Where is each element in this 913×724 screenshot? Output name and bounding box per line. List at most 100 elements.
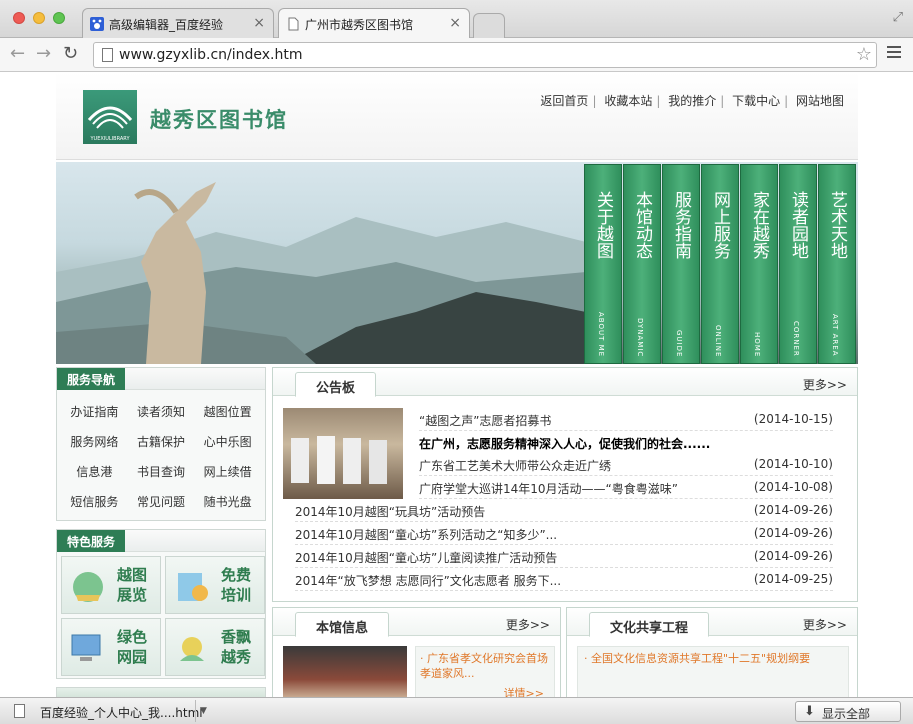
nav-link[interactable]: 越图位置: [197, 403, 259, 420]
close-tab-icon[interactable]: ×: [253, 15, 265, 31]
tab-title: 高级编辑器_百度经验: [109, 18, 224, 32]
notice-item[interactable]: 2014年10月越图“童心坊”儿童阅读推广活动预告 (2014-09-26): [295, 545, 833, 568]
tab-online[interactable]: 网上服务 ONLINE: [701, 164, 739, 364]
nav-link[interactable]: 常见问题: [130, 493, 192, 510]
exhibition-photo[interactable]: [283, 408, 403, 499]
nav-link[interactable]: 短信服务: [63, 493, 125, 510]
box-title: 特色服务: [57, 530, 126, 552]
show-all-label: 显示全部: [822, 707, 871, 721]
reload-icon[interactable]: ↻: [63, 43, 78, 64]
notice-item[interactable]: 2014年10月越图“玩具坊”活动预告 (2014-09-26): [295, 499, 833, 522]
culture-share-headline[interactable]: · 全国文化信息资源共享工程"十二五"规划纲要: [578, 647, 848, 670]
bookmark-star-icon[interactable]: ☆: [856, 44, 872, 65]
nav-link[interactable]: 心中乐图: [197, 433, 259, 450]
featured-services-box: 特色服务 越图 展览 免费 培训 绿色 网园 香飘 越秀: [56, 529, 266, 679]
tab-library[interactable]: 广州市越秀区图书馆 ×: [278, 8, 470, 39]
tab-en-label: ONLINE: [714, 324, 722, 357]
html-file-icon: [14, 704, 25, 718]
computer-icon: [71, 634, 101, 661]
notice-title: 2014年10月越图“玩具坊”活动预告: [295, 505, 486, 519]
library-info-tab[interactable]: 本馆信息: [295, 612, 390, 637]
page-icon: [102, 48, 113, 62]
nav-link[interactable]: 读者须知: [130, 403, 192, 420]
library-info-text-panel: · 广东省孝文化研究会首场孝道家风... 详情>>: [415, 646, 555, 702]
forward-icon[interactable]: →: [36, 43, 51, 64]
culture-share-panel: · 全国文化信息资源共享工程"十二五"规划纲要: [577, 646, 849, 702]
notice-title: 广东省工艺美术大师带公众走近广绣: [419, 459, 612, 473]
top-link-home[interactable]: 返回首页: [540, 94, 588, 108]
notice-item[interactable]: 在广州，志愿服务精神深入人心，促使我们的社会......: [419, 431, 833, 454]
culture-share-more-link[interactable]: 更多>>: [803, 616, 847, 633]
library-info-box: 本馆信息 更多>> · 广东省孝文化研究会首场孝道家风... 详情>>: [272, 607, 561, 702]
close-tab-icon[interactable]: ×: [449, 15, 461, 31]
notice-title: 广府学堂大巡讲14年10月活动——“粤食粤滋味”: [419, 482, 678, 496]
close-window-button[interactable]: [13, 12, 25, 24]
tab-corner[interactable]: 读者园地 CORNER: [779, 164, 817, 364]
tab-about[interactable]: 关于越图 ABOUT ME: [584, 164, 622, 364]
tab-label: 关于越图: [593, 191, 613, 259]
zoom-window-button[interactable]: [53, 12, 65, 24]
top-link-recommend[interactable]: 我的推介: [668, 94, 716, 108]
tab-baidu-editor[interactable]: 高级编辑器_百度经验 ×: [82, 8, 274, 38]
culture-share-tab[interactable]: 文化共享工程: [589, 612, 710, 637]
minimize-window-button[interactable]: [33, 12, 45, 24]
library-info-more-link[interactable]: 更多>>: [506, 616, 550, 633]
top-link-favorite[interactable]: 收藏本站: [604, 94, 652, 108]
notice-title: 在广州，志愿服务精神深入人心，促使我们的社会......: [419, 437, 711, 451]
nav-link[interactable]: 网上续借: [197, 463, 259, 480]
nav-link[interactable]: 信息港: [63, 463, 125, 480]
tab-art[interactable]: 艺术天地 ART AREA: [818, 164, 856, 364]
download-arrow-icon: ⬇: [804, 704, 815, 719]
address-bar[interactable]: www.gzyxlib.cn/index.htm ☆: [93, 42, 877, 68]
notice-title: 2014年“放飞梦想 志愿同行”文化志愿者 服务下...: [295, 574, 562, 588]
notice-date: (2014-09-26): [753, 526, 833, 540]
page-icon: [288, 17, 299, 31]
featured-label: 越秀: [220, 648, 251, 666]
download-bar: 百度经验_个人中心_我....html ▼ ⬇ 显示全部: [0, 697, 913, 724]
notice-header: 公告板 更多>>: [273, 368, 857, 397]
download-filename[interactable]: 百度经验_个人中心_我....html: [40, 704, 203, 721]
tab-en-label: ABOUT ME: [597, 311, 605, 357]
featured-label: 展览: [116, 586, 147, 604]
tab-en-label: ART AREA: [831, 314, 839, 357]
featured-exhibition[interactable]: 越图 展览: [61, 556, 161, 614]
notice-title: 2014年10月越图“童心坊”儿童阅读推广活动预告: [295, 551, 558, 565]
nav-link[interactable]: 随书光盘: [197, 493, 259, 510]
notice-item[interactable]: 2014年“放飞梦想 志愿同行”文化志愿者 服务下... (2014-09-25): [295, 568, 833, 591]
tab-en-label: HOME: [753, 331, 761, 357]
show-all-button[interactable]: ⬇ 显示全部: [795, 701, 901, 722]
menu-icon[interactable]: [887, 46, 901, 61]
notice-item[interactable]: 广府学堂大巡讲14年10月活动——“粤食粤滋味” (2014-10-08): [419, 476, 833, 499]
tab-title: 广州市越秀区图书馆: [305, 18, 414, 32]
tab-home[interactable]: 家在越秀 HOME: [740, 164, 778, 364]
notice-tab[interactable]: 公告板: [295, 372, 377, 397]
nav-link[interactable]: 古籍保护: [130, 433, 192, 450]
new-tab-button[interactable]: [473, 13, 505, 38]
featured-green-web[interactable]: 绿色 网园: [61, 618, 161, 676]
featured-fragrance[interactable]: 香飘 越秀: [165, 618, 265, 676]
library-info-headline[interactable]: · 广东省孝文化研究会首场孝道家风...: [416, 647, 554, 681]
notice-item[interactable]: 2014年10月越图“童心坊”系列活动之“知多少”... (2014-09-26): [295, 522, 833, 545]
notice-item[interactable]: 广东省工艺美术大师带公众走近广绣 (2014-10-10): [419, 453, 833, 476]
baidu-paw-icon: [90, 17, 104, 31]
tab-en-label: DYNAMIC: [636, 317, 644, 357]
featured-label: 绿色: [116, 628, 147, 646]
fullscreen-icon[interactable]: ⤢: [893, 10, 903, 25]
library-logo[interactable]: YUEXIULIBRARY: [83, 90, 137, 144]
service-nav-box: 服务导航 办证指南 读者须知 越图位置 服务网络 古籍保护 心中乐图 信息港 书目查询 网上…: [56, 367, 266, 521]
nav-link[interactable]: 办证指南: [63, 403, 125, 420]
download-options-icon[interactable]: ▼: [195, 700, 211, 722]
tab-dynamic[interactable]: 本馆动态 DYNAMIC: [623, 164, 661, 364]
featured-training[interactable]: 免费 培训: [165, 556, 265, 614]
nav-link[interactable]: 服务网络: [63, 433, 125, 450]
top-link-sitemap[interactable]: 网站地图: [796, 94, 844, 108]
top-link-download[interactable]: 下载中心: [732, 94, 780, 108]
tab-label: 家在越秀: [749, 191, 769, 259]
notice-more-link[interactable]: 更多>>: [803, 376, 847, 393]
nav-link[interactable]: 书目查询: [130, 463, 192, 480]
library-info-photo[interactable]: [283, 646, 407, 702]
tab-guide[interactable]: 服务指南 GUIDE: [662, 164, 700, 364]
notice-item[interactable]: “越图之声”志愿者招募书 (2014-10-15): [419, 408, 833, 431]
back-icon[interactable]: ←: [10, 43, 25, 64]
box-title: 服务导航: [57, 368, 126, 390]
